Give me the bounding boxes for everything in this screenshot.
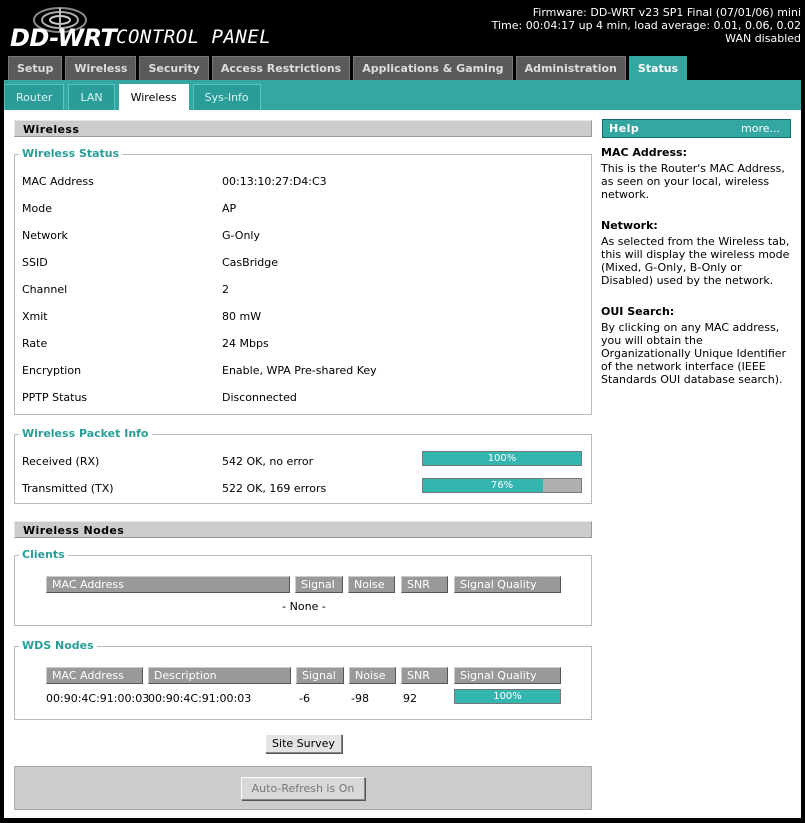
status-label: Channel	[22, 283, 68, 296]
status-value: 80 mW	[222, 310, 262, 323]
status-label: Mode	[22, 202, 52, 215]
tab-wireless[interactable]: Wireless	[65, 56, 137, 80]
tab-access-restrictions[interactable]: Access Restrictions	[211, 56, 351, 80]
help-text: By clicking on any MAC address, you will…	[601, 321, 787, 386]
firmware-version: Firmware: DD-WRT v23 SP1 Final (07/01/06…	[532, 6, 801, 19]
uptime-text: Time: 00:04:17 up 4 min, load average: 0…	[491, 19, 801, 32]
status-value: Disconnected	[222, 391, 297, 404]
firmware-info: Firmware: DD-WRT v23 SP1 Final (07/01/06…	[492, 6, 801, 45]
status-value: AP	[222, 202, 237, 215]
status-label: Rate	[22, 337, 48, 350]
clients-col-noise: Noise	[348, 576, 395, 593]
help-heading: Network:	[601, 219, 658, 232]
packet-value: 522 OK, 169 errors	[222, 482, 327, 495]
wds-col-noise: Noise	[349, 667, 396, 684]
mac-address-value[interactable]: 00:13:10:27:D4:C3	[222, 175, 327, 188]
sub-tabs: Router LAN Wireless Sys-Info	[4, 84, 261, 110]
status-label: MAC Address	[22, 175, 94, 188]
clients-legend: Clients	[19, 548, 68, 561]
wds-fieldset: WDS Nodes MAC Address Description Signal…	[14, 639, 592, 720]
tab-security[interactable]: Security	[139, 56, 209, 80]
wds-quality-percent: 100%	[493, 691, 522, 702]
subtab-router[interactable]: Router	[4, 84, 65, 110]
subtab-lan[interactable]: LAN	[68, 84, 115, 110]
wds-col-signal: Signal	[296, 667, 344, 684]
tab-administration[interactable]: Administration	[515, 56, 626, 80]
tab-status[interactable]: Status	[628, 56, 688, 80]
help-title: Help	[609, 122, 640, 135]
tab-applications-gaming[interactable]: Applications & Gaming	[353, 56, 513, 80]
help-text: This is the Router's MAC Address, as see…	[601, 162, 785, 201]
status-label: SSID	[22, 256, 48, 269]
packet-info-legend: Wireless Packet Info	[19, 427, 152, 440]
tx-percent: 76%	[490, 480, 514, 491]
status-label: Network	[22, 229, 68, 242]
rx-progress-bar: 100%	[422, 451, 582, 466]
status-value: G-Only	[222, 229, 260, 242]
wireless-status-fieldset: Wireless Status MAC Address 00:13:10:27:…	[14, 147, 592, 415]
wds-description-value: 00:90:4C:91:00:03	[148, 692, 252, 705]
tx-progress-bar: 76%	[422, 478, 582, 493]
status-label: Xmit	[22, 310, 48, 323]
rx-percent: 100%	[487, 453, 517, 464]
help-text: As selected from the Wireless tab, this …	[601, 235, 790, 287]
wds-col-description: Description	[148, 667, 291, 684]
help-more-link[interactable]: more...	[741, 120, 780, 137]
packet-value: 542 OK, no error	[222, 455, 314, 468]
packet-label: Transmitted (TX)	[22, 482, 114, 495]
packet-info-fieldset: Wireless Packet Info Received (RX) 542 O…	[14, 427, 592, 504]
logo-sub-text: CONTROL PANEL	[116, 26, 272, 48]
section-nodes-title: Wireless Nodes	[14, 521, 592, 538]
help-heading: MAC Address:	[601, 146, 688, 159]
site-survey-button[interactable]: Site Survey	[265, 734, 342, 753]
main-tabs: Setup Wireless Security Access Restricti…	[8, 56, 688, 80]
logo-main-text: DD-WRT	[10, 24, 117, 52]
subtab-sys-info[interactable]: Sys-Info	[192, 84, 261, 110]
help-content: MAC Address: This is the Router's MAC Ad…	[601, 146, 791, 404]
section-wireless-title: Wireless	[14, 120, 592, 137]
status-label: PPTP Status	[22, 391, 88, 404]
help-heading: OUI Search:	[601, 305, 675, 318]
clients-fieldset: Clients MAC Address Signal Noise SNR Sig…	[14, 548, 592, 626]
status-label: Encryption	[22, 364, 82, 377]
clients-empty-text: - None -	[282, 600, 326, 613]
help-bar: Help more...	[602, 119, 791, 138]
clients-col-snr: SNR	[401, 576, 448, 593]
auto-refresh-button[interactable]: Auto-Refresh is On	[241, 777, 365, 800]
wds-legend: WDS Nodes	[19, 639, 97, 652]
wds-mac-value[interactable]: 00:90:4C:91:00:03	[46, 692, 149, 705]
ddwrt-logo: DD-WRT CONTROL PANEL	[4, 6, 274, 52]
wds-signal-value: -6	[299, 692, 310, 705]
wds-snr-value: 92	[403, 692, 417, 705]
clients-col-mac: MAC Address	[46, 576, 290, 593]
main-content: Wireless Wireless Status MAC Address 00:…	[4, 110, 801, 818]
wds-col-snr: SNR	[401, 667, 448, 684]
status-value: 2	[222, 283, 229, 296]
header: DD-WRT CONTROL PANEL Firmware: DD-WRT v2…	[0, 0, 805, 56]
clients-col-quality: Signal Quality	[454, 576, 561, 593]
wds-quality-bar: 100%	[454, 689, 561, 704]
subtab-wireless[interactable]: Wireless	[118, 84, 189, 110]
wan-status: WAN disabled	[725, 32, 801, 45]
packet-label: Received (RX)	[22, 455, 100, 468]
wds-noise-value: -98	[351, 692, 369, 705]
wds-col-mac: MAC Address	[46, 667, 143, 684]
wireless-status-legend: Wireless Status	[19, 147, 123, 160]
status-value: CasBridge	[222, 256, 279, 269]
auto-refresh-panel: Auto-Refresh is On	[14, 766, 592, 810]
status-value: Enable, WPA Pre-shared Key	[222, 364, 377, 377]
status-value: 24 Mbps	[222, 337, 269, 350]
clients-col-signal: Signal	[295, 576, 343, 593]
wds-col-quality: Signal Quality	[454, 667, 561, 684]
tab-setup[interactable]: Setup	[8, 56, 63, 80]
